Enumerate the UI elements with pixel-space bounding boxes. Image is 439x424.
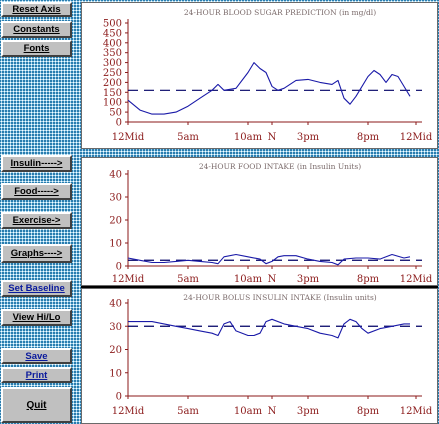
y-tick-label: 200 [103,78,122,89]
x-tick-label: 12Mid [400,406,433,417]
series-line [127,62,411,115]
blood-sugar-chart: 24-HOUR BLOOD SUGAR PREDICTION (in mg/dl… [103,8,433,143]
y-tick-label: 30 [109,193,122,204]
exercise-button[interactable]: Exercise-> [1,212,72,229]
x-tick-label: 10am [234,274,263,285]
x-tick-label: 10am [234,406,263,417]
print-label: Print [25,369,48,381]
x-tick-label: 5am [177,132,199,143]
x-tick-label: 8pm [357,132,380,143]
y-tick-label: 20 [109,345,122,356]
x-tick-label: 8pm [357,406,380,417]
food-label: Food-----> [14,186,59,197]
x-tick-label: 3pm [297,132,320,143]
bolus-chart-panel: 24-HOUR BOLUS INSULIN INTAKE (Insulin un… [81,288,438,424]
x-tick-label: N [268,274,277,285]
y-tick-label: 10 [109,368,122,379]
constants-button[interactable]: Constants [1,21,72,38]
x-tick-label: 12Mid [400,274,433,285]
y-tick-label: 350 [103,48,122,59]
chart-title: 24-HOUR BLOOD SUGAR PREDICTION (in mg/dl… [184,8,376,17]
y-tick-label: 500 [103,19,122,30]
x-tick-label: N [268,132,277,143]
x-tick-label: 3pm [297,274,320,285]
series-line [127,253,411,266]
x-tick-label: 12Mid [400,132,433,143]
insulin-button[interactable]: Insulin-----> [1,155,72,172]
y-tick-label: 150 [103,88,122,99]
constants-label: Constants [13,24,60,35]
chart-title: 24-HOUR BOLUS INSULIN INTAKE (Insulin un… [183,293,377,302]
set-baseline-button[interactable]: Set Baseline [1,280,72,297]
x-tick-label: 5am [177,274,199,285]
y-tick-label: 40 [109,170,122,181]
y-tick-label: 450 [103,28,122,39]
series-line [128,318,410,339]
y-tick-label: 50 [109,108,122,119]
food-intake-chart: 24-HOUR FOOD INTAKE (in Insulin Units)01… [109,162,433,285]
view-hilo-button[interactable]: View Hi/Lo [1,309,72,326]
x-tick-label: 12Mid [112,406,145,417]
x-tick-label: 3pm [297,406,320,417]
x-tick-label: 12Mid [112,274,145,285]
x-tick-label: 8pm [357,274,380,285]
fonts-button[interactable]: Fonts [1,40,72,57]
y-tick-label: 40 [109,299,122,310]
x-tick-label: 12Mid [112,132,145,143]
blood-sugar-chart-panel: 24-HOUR BLOOD SUGAR PREDICTION (in mg/dl… [81,2,438,149]
chart-title: 24-HOUR FOOD INTAKE (in Insulin Units) [199,162,361,171]
graphs-button[interactable]: Graphs----> [1,244,72,263]
food-button[interactable]: Food-----> [1,183,72,200]
save-label: Save [25,350,48,362]
quit-label: Quit [26,399,47,411]
y-tick-label: 0 [116,262,122,273]
exercise-label: Exercise-> [12,215,61,226]
save-button[interactable]: Save [1,348,72,364]
fonts-label: Fonts [23,43,50,54]
quit-button[interactable]: Quit [1,387,72,423]
graphs-label: Graphs----> [10,248,63,259]
reset-axis-label: Reset Axis [12,4,61,15]
y-tick-label: 20 [109,216,122,227]
view-hilo-label: View Hi/Lo [12,312,61,323]
y-tick-label: 400 [103,38,122,49]
y-tick-label: 250 [103,68,122,79]
y-tick-label: 30 [109,322,122,333]
food-chart-panel: 24-HOUR FOOD INTAKE (in Insulin Units) 0 1… [81,157,438,286]
x-tick-label: N [268,406,277,417]
print-button[interactable]: Print [1,367,72,383]
y-tick-label: 300 [103,58,122,69]
y-tick-label: 100 [103,98,122,109]
y-tick-label: 0 [116,118,122,129]
x-tick-label: 10am [234,132,263,143]
bolus-insulin-chart: 24-HOUR BOLUS INSULIN INTAKE (Insulin un… [109,293,433,417]
y-tick-label: 0 [116,392,122,403]
set-baseline-label: Set Baseline [8,283,65,294]
y-tick-label: 10 [109,239,122,250]
x-tick-label: 5am [177,406,199,417]
insulin-label: Insulin-----> [10,158,63,169]
reset-axis-button[interactable]: Reset Axis [1,2,72,17]
